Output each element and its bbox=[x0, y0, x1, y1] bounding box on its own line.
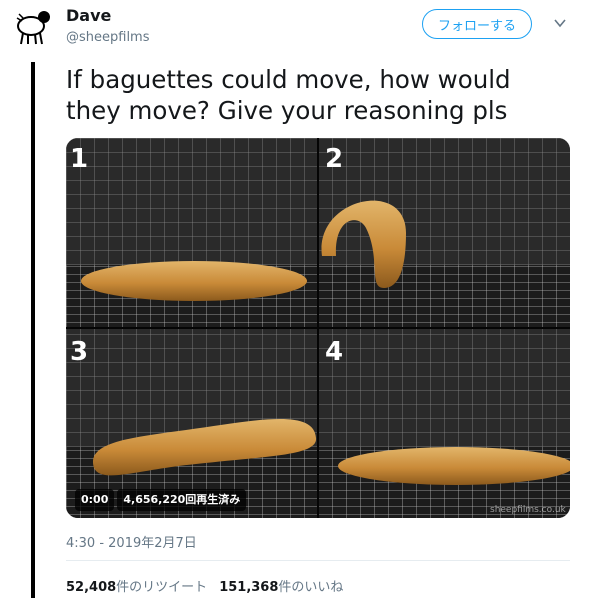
avatar[interactable] bbox=[14, 6, 54, 46]
video-watermark: sheepfilms.co.uk bbox=[490, 505, 566, 515]
panel-label-2: 2 bbox=[325, 144, 343, 174]
retweet-stat[interactable]: 52,408件のリツイート bbox=[66, 576, 207, 595]
chevron-down-icon[interactable] bbox=[553, 16, 567, 30]
like-stat[interactable]: 151,368件のいいね bbox=[219, 576, 343, 595]
like-count: 151,368 bbox=[219, 580, 279, 595]
follow-button[interactable]: フォローする bbox=[422, 9, 532, 39]
tweet-text: If baguettes could move, how would they … bbox=[66, 64, 586, 126]
panel-label-4: 4 bbox=[325, 337, 343, 367]
panel-4: 4 bbox=[319, 329, 570, 518]
tweet-video[interactable]: 1 2 3 4 bbox=[66, 138, 570, 518]
author-name[interactable]: Dave bbox=[66, 6, 111, 25]
tweet-text-line-1: If baguettes could move, how would bbox=[66, 65, 511, 94]
tweet-text-line-2: they move? Give your reasoning pls bbox=[66, 96, 508, 125]
panel-2: 2 bbox=[319, 138, 570, 327]
panel-1: 1 bbox=[66, 138, 317, 327]
panel-label-1: 1 bbox=[70, 144, 88, 174]
thread-line bbox=[31, 62, 35, 598]
like-label: 件のいいね bbox=[278, 580, 344, 595]
retweet-label: 件のリツイート bbox=[116, 580, 208, 595]
view-count: 4,656,220回再生済み bbox=[117, 489, 247, 511]
tweet-timestamp[interactable]: 4:30 - 2019年2月7日 bbox=[66, 532, 197, 551]
video-time: 0:00 bbox=[75, 489, 115, 511]
tweet-stats: 52,408件のリツイート 151,368件のいいね bbox=[66, 576, 343, 595]
panel-label-3: 3 bbox=[70, 337, 88, 367]
video-info: 0:00 4,656,220回再生済み bbox=[75, 489, 247, 511]
divider bbox=[66, 560, 570, 561]
author-handle[interactable]: @sheepfilms bbox=[66, 30, 150, 45]
retweet-count: 52,408 bbox=[66, 580, 117, 595]
